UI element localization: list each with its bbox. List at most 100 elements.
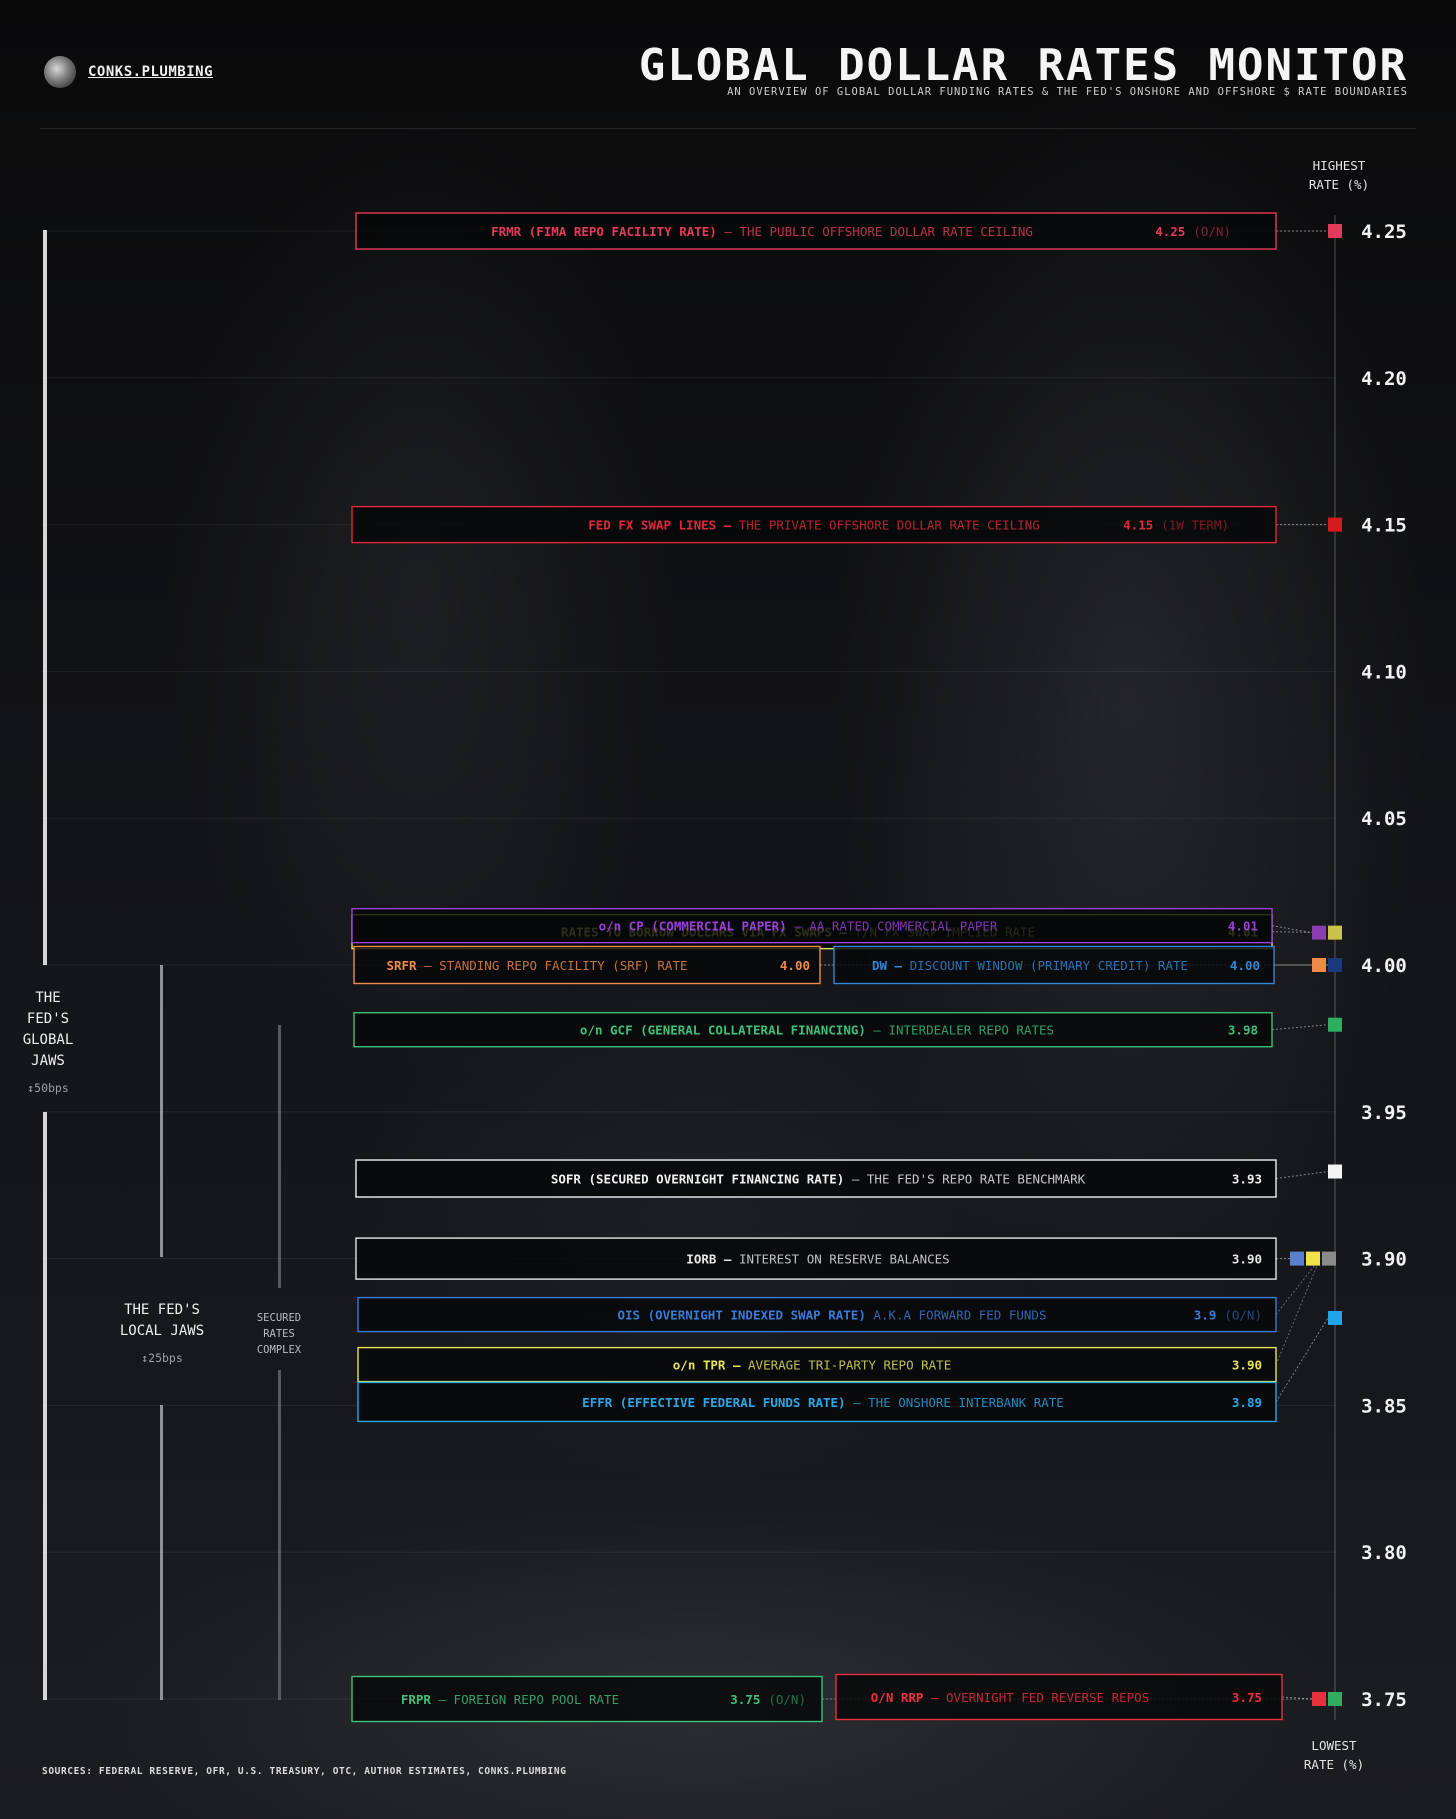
- rate-label-desc: – INTERDEALER REPO RATES: [866, 1023, 1054, 1038]
- rate-label-bold: SRFR: [386, 958, 417, 973]
- marker-dw-0: [1328, 958, 1342, 972]
- rate-value: 3.75: [1232, 1690, 1262, 1705]
- marker-rrp-0: [1312, 1692, 1326, 1706]
- rate-value-number: 3.93: [1232, 1172, 1262, 1187]
- rate-box-effr: EFFR (EFFECTIVE FEDERAL FUNDS RATE) – TH…: [357, 1381, 1277, 1423]
- rate-value: 3.89: [1232, 1395, 1262, 1410]
- rate-tenor: (1W TERM): [1161, 518, 1229, 533]
- rate-label: o/n GCF (GENERAL COLLATERAL FINANCING) –…: [580, 1023, 1054, 1038]
- rate-value: 3.9 (O/N): [1194, 1308, 1262, 1323]
- connector-sofr: [1275, 1171, 1329, 1180]
- rate-value: 3.90: [1232, 1252, 1262, 1267]
- sources-footer: SOURCES: FEDERAL RESERVE, OFR, U.S. TREA…: [42, 1766, 567, 1777]
- rate-value: 3.98: [1228, 1023, 1258, 1038]
- rate-value-number: 3.75: [730, 1692, 760, 1707]
- y-tick-label: 4.10: [1361, 661, 1407, 683]
- marker-srfr-0: [1312, 958, 1326, 972]
- rate-label-bold: IORB –: [686, 1252, 732, 1267]
- rate-tenor: (O/N): [1193, 224, 1231, 239]
- rate-value: 3.93: [1232, 1172, 1262, 1187]
- rate-value-number: 4.15: [1123, 518, 1153, 533]
- rate-label-bold: EFFR (EFFECTIVE FEDERAL FUNDS RATE): [582, 1395, 845, 1410]
- rate-label-bold: SOFR (SECURED OVERNIGHT FINANCING RATE): [551, 1172, 845, 1187]
- y-tick-label: 3.90: [1361, 1249, 1407, 1271]
- rate-label: SOFR (SECURED OVERNIGHT FINANCING RATE) …: [551, 1172, 1086, 1187]
- marker-rrp-1: [1328, 1692, 1342, 1706]
- rate-value: 4.15 (1W TERM): [1123, 518, 1229, 533]
- marker-cp-0: [1312, 925, 1326, 940]
- rate-label-desc: A.K.A FORWARD FED FUNDS: [866, 1308, 1047, 1323]
- rate-label-desc: – STANDING REPO FACILITY (SRF) RATE: [417, 958, 688, 973]
- rate-value: 3.75 (O/N): [730, 1692, 806, 1707]
- rate-label: o/n TPR – AVERAGE TRI-PARTY REPO RATE: [673, 1358, 951, 1373]
- rate-label-desc: AVERAGE TRI-PARTY REPO RATE: [741, 1358, 952, 1373]
- rate-box-srfr: SRFR – STANDING REPO FACILITY (SRF) RATE…: [353, 945, 821, 985]
- rate-box-frmr: FRMR (FIMA REPO FACILITY RATE) – THE PUB…: [355, 212, 1277, 250]
- rate-label-desc: – THE PUBLIC OFFSHORE DOLLAR RATE CEILIN…: [717, 224, 1033, 239]
- marker-iorb-0: [1290, 1251, 1304, 1266]
- rate-value-number: 3.90: [1232, 1358, 1262, 1373]
- rate-box-dw: DW – DISCOUNT WINDOW (PRIMARY CREDIT) RA…: [833, 945, 1275, 985]
- rate-label-bold: O/N RRP: [871, 1690, 924, 1705]
- rate-label: OIS (OVERNIGHT INDEXED SWAP RATE) A.K.A …: [618, 1308, 1047, 1323]
- rate-box-sofr: SOFR (SECURED OVERNIGHT FINANCING RATE) …: [355, 1159, 1277, 1198]
- rate-value-number: 3.98: [1228, 1023, 1258, 1038]
- marker-fxswap-0: [1328, 925, 1342, 940]
- connector-effr: [1275, 1317, 1329, 1403]
- rate-label: FED FX SWAP LINES – THE PRIVATE OFFSHORE…: [588, 518, 1040, 533]
- y-tick-label: 4.15: [1361, 515, 1407, 537]
- rate-label-bold: o/n TPR –: [673, 1358, 741, 1373]
- rate-label-desc: – AA RATED COMMERCIAL PAPER: [787, 919, 998, 934]
- rate-label: FRPR – FOREIGN REPO POOL RATE: [401, 1692, 619, 1707]
- y-axis: 4.25 4.20 4.15 4.10 4.05 4.00 3.95 3.90 3.85 3.80…: [1334, 215, 1407, 1720]
- rate-label-bold: o/n CP (COMMERCIAL PAPER): [599, 919, 787, 934]
- rate-label: O/N RRP – OVERNIGHT FED REVERSE REPOS: [871, 1690, 1149, 1705]
- y-tick-label: 4.05: [1361, 808, 1407, 830]
- marker-swaplines-0: [1328, 517, 1342, 532]
- rate-label-desc: – THE ONSHORE INTERBANK RATE: [846, 1395, 1064, 1410]
- marker-sofr-0: [1328, 1164, 1342, 1179]
- rate-label: o/n CP (COMMERCIAL PAPER) – AA RATED COM…: [599, 919, 998, 934]
- rate-value: 4.00: [780, 958, 810, 973]
- rate-label-desc: – THE FED'S REPO RATE BENCHMARK: [844, 1172, 1085, 1187]
- rate-box-frpr: FRPR – FOREIGN REPO POOL RATE 3.75 (O/N): [351, 1675, 823, 1723]
- rate-label-bold: DW –: [872, 958, 903, 973]
- rate-box-gcf: o/n GCF (GENERAL COLLATERAL FINANCING) –…: [353, 1012, 1273, 1048]
- rate-tenor: (O/N): [768, 1692, 806, 1707]
- rate-box-rrp: O/N RRP – OVERNIGHT FED REVERSE REPOS 3.7…: [835, 1673, 1283, 1721]
- rate-label: SRFR – STANDING REPO FACILITY (SRF) RATE: [386, 958, 687, 973]
- connector-tpr: [1275, 1258, 1321, 1365]
- y-tick-label: 4.00: [1361, 955, 1407, 977]
- rate-value-number: 3.9: [1194, 1308, 1217, 1323]
- connector-gcf: [1271, 1024, 1329, 1031]
- rate-box-iorb: IORB – INTEREST ON RESERVE BALANCES 3.90: [355, 1237, 1277, 1280]
- rates-chart: 4.25 4.20 4.15 4.10 4.05 4.00 3.95 3.90 3.85 3.80…: [42, 212, 1407, 1723]
- y-tick-label: 3.85: [1361, 1395, 1407, 1417]
- rate-label: DW – DISCOUNT WINDOW (PRIMARY CREDIT) RA…: [872, 958, 1188, 973]
- y-tick-label: 3.75: [1361, 1689, 1407, 1711]
- rate-box-swaplines: FED FX SWAP LINES – THE PRIVATE OFFSHORE…: [351, 505, 1277, 544]
- rate-value-number: 3.90: [1232, 1252, 1262, 1267]
- marker-iorb-2: [1322, 1251, 1336, 1266]
- marker-gcf-0: [1328, 1017, 1342, 1032]
- y-tick-label: 4.25: [1361, 221, 1407, 243]
- rate-label-desc: – FOREIGN REPO POOL RATE: [431, 1692, 619, 1707]
- rate-box-ois: OIS (OVERNIGHT INDEXED SWAP RATE) A.K.A …: [357, 1296, 1277, 1333]
- rate-label-bold: OIS (OVERNIGHT INDEXED SWAP RATE): [618, 1308, 866, 1323]
- rate-value-number: 4.00: [1230, 958, 1260, 973]
- y-tick-label: 4.20: [1361, 368, 1407, 390]
- marker-frmr-0: [1328, 224, 1342, 238]
- connector-ois: [1275, 1258, 1321, 1315]
- rate-value-number: 4.25: [1155, 224, 1185, 239]
- rate-label-bold: FED FX SWAP LINES –: [588, 518, 731, 533]
- rate-box-tpr: o/n TPR – AVERAGE TRI-PARTY REPO RATE 3.9…: [357, 1346, 1277, 1383]
- rate-value-number: 4.00: [780, 958, 810, 973]
- rate-label-bold: FRPR: [401, 1692, 432, 1707]
- rate-value-number: 3.89: [1232, 1395, 1262, 1410]
- rate-label-desc: DISCOUNT WINDOW (PRIMARY CREDIT) RATE: [902, 958, 1188, 973]
- rate-label: EFFR (EFFECTIVE FEDERAL FUNDS RATE) – TH…: [582, 1395, 1064, 1410]
- rate-label-bold: FRMR (FIMA REPO FACILITY RATE): [491, 224, 717, 239]
- rate-label-desc: – OVERNIGHT FED REVERSE REPOS: [923, 1690, 1149, 1705]
- marker-iorb-1: [1306, 1251, 1320, 1266]
- rate-value: 4.00: [1230, 958, 1260, 973]
